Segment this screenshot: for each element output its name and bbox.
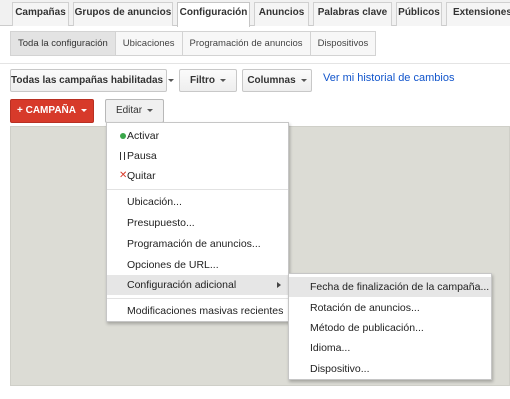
submenu-item-idioma[interactable]: Idioma... [289, 338, 491, 358]
pause-icon [120, 152, 125, 160]
menu-separator [107, 189, 288, 190]
top-tab-bar: Campañas Grupos de anuncios Configuració… [0, 0, 510, 27]
menu-item-presupuesto[interactable]: Presupuesto... [107, 213, 288, 233]
submenu-item-metodo-publicacion[interactable]: Método de publicación... [289, 318, 491, 338]
change-history-link[interactable]: Ver mi historial de cambios [323, 72, 454, 84]
submenu-item-rotacion-anuncios[interactable]: Rotación de anuncios... [289, 298, 491, 318]
filter-button[interactable]: Filtro [179, 69, 237, 92]
tab-extensiones[interactable]: Extensiones de [446, 2, 510, 26]
chevron-right-icon [277, 282, 281, 288]
tab-grupos-de-anuncios[interactable]: Grupos de anuncios [73, 2, 173, 26]
menu-item-label: Activar [127, 130, 160, 142]
menu-item-label: Configuración adicional [127, 279, 237, 291]
subtab-toda-la-configuracion[interactable]: Toda la configuración [10, 31, 116, 56]
edit-menu: Activar Pausa ✕ Quitar Ubicación... Pres… [106, 122, 289, 322]
chevron-down-icon [147, 108, 154, 112]
menu-item-ubicacion[interactable]: Ubicación... [107, 192, 288, 212]
menu-item-modificaciones-masivas[interactable]: Modificaciones masivas recientes [107, 301, 288, 321]
menu-item-label: Quitar [127, 170, 156, 182]
additional-settings-submenu: Fecha de finalización de la campaña... R… [288, 273, 492, 380]
menu-item-configuracion-adicional[interactable]: Configuración adicional [107, 275, 288, 295]
chevron-down-icon [220, 78, 226, 82]
add-campaign-button[interactable]: + CAMPAÑA [10, 99, 94, 123]
edit-button[interactable]: Editar [105, 99, 164, 123]
filter-label: Filtro [190, 75, 215, 86]
columns-label: Columnas [247, 75, 296, 86]
menu-item-activar[interactable]: Activar [107, 126, 288, 146]
tab-palabras-clave[interactable]: Palabras clave [313, 2, 392, 26]
menu-item-opciones-url[interactable]: Opciones de URL... [107, 255, 288, 275]
tab-anuncios[interactable]: Anuncios [254, 2, 309, 26]
chevron-down-icon [300, 78, 307, 82]
close-icon: ✕ [119, 170, 128, 181]
menu-item-quitar[interactable]: ✕ Quitar [107, 166, 288, 186]
edit-label: Editar [115, 105, 143, 116]
menu-item-programacion[interactable]: Programación de anuncios... [107, 234, 288, 254]
submenu-item-fecha-finalizacion[interactable]: Fecha de finalización de la campaña... [289, 277, 491, 297]
green-dot-icon [120, 133, 126, 139]
chevron-down-icon [80, 108, 87, 112]
columns-button[interactable]: Columnas [242, 69, 312, 92]
add-campaign-label: + CAMPAÑA [17, 105, 76, 116]
menu-item-pausa[interactable]: Pausa [107, 146, 288, 166]
subtab-programacion-de-anuncios[interactable]: Programación de anuncios [182, 31, 311, 56]
campaign-filter-dropdown[interactable]: Todas las campañas habilitadas [10, 69, 175, 92]
settings-subtabs: Toda la configuración Ubicaciones Progra… [10, 31, 377, 56]
tab-campanas[interactable]: Campañas [12, 2, 69, 26]
chevron-down-icon [168, 78, 175, 82]
menu-separator [107, 298, 288, 299]
tab-publicos[interactable]: Públicos [396, 2, 442, 26]
divider [0, 63, 510, 64]
submenu-item-dispositivo[interactable]: Dispositivo... [289, 359, 491, 379]
menu-item-label: Pausa [127, 150, 157, 162]
campaign-filter-label: Todas las campañas habilitadas [11, 75, 164, 86]
tab-configuracion[interactable]: Configuración [177, 2, 250, 27]
subtab-ubicaciones[interactable]: Ubicaciones [115, 31, 183, 56]
subtab-dispositivos[interactable]: Dispositivos [310, 31, 377, 56]
